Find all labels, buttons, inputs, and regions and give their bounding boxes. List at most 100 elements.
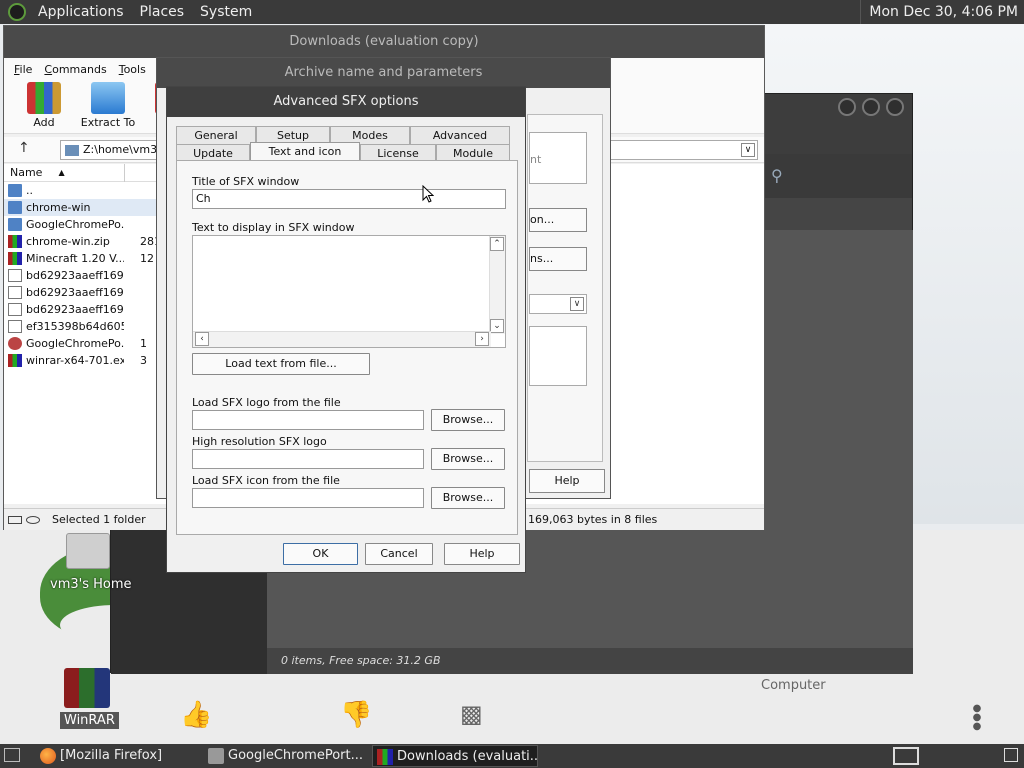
taskbar-item-folder[interactable]: GoogleChromePort... (204, 745, 368, 767)
close-button[interactable] (886, 98, 904, 116)
archive-fragment-combo[interactable]: ∨ (529, 294, 587, 314)
sfx-text-area[interactable]: ⌃ ⌄ ‹ › (192, 235, 506, 348)
show-desktop-icon[interactable] (4, 748, 20, 762)
list-item[interactable]: Minecraft 1.20 V... 12 (4, 250, 164, 267)
distro-logo-icon[interactable] (8, 3, 26, 21)
total-status: 169,063 bytes in 8 files (528, 513, 658, 526)
top-panel: Applications Places System Mon Dec 30, 4… (0, 0, 1024, 24)
winrar-desktop-label[interactable]: WinRAR (60, 712, 119, 729)
menu-places[interactable]: Places (132, 0, 193, 24)
cancel-button[interactable]: Cancel (365, 543, 433, 565)
sfx-icon-input[interactable] (192, 488, 424, 508)
chevron-down-icon[interactable]: ∨ (741, 143, 755, 157)
list-item[interactable]: GoogleChromePo... 1 (4, 335, 164, 352)
file-name: GoogleChromePo... (26, 218, 124, 231)
vertical-scrollbar[interactable]: ⌃ ⌄ (489, 236, 505, 334)
folder-icon (208, 748, 224, 764)
sfx-title-input[interactable]: Ch (192, 189, 506, 209)
menu-system[interactable]: System (192, 0, 260, 24)
horizontal-scrollbar[interactable]: ‹ › (193, 331, 491, 347)
scroll-right-icon[interactable]: › (475, 332, 489, 346)
thumbs-down-icon[interactable]: 👎 (340, 700, 372, 730)
drive-icon[interactable] (8, 515, 22, 524)
sfx-dialog-title[interactable]: Advanced SFX options (167, 87, 525, 117)
doc-file-icon (8, 286, 22, 299)
list-item[interactable]: chrome-win.zip 281 (4, 233, 164, 250)
menu-file[interactable]: File (8, 63, 38, 76)
up-arrow-icon[interactable]: ↑ (18, 140, 30, 156)
scroll-left-icon[interactable]: ‹ (195, 332, 209, 346)
browse-hires-button[interactable]: Browse... (431, 448, 505, 470)
tray-icon[interactable] (1004, 748, 1018, 762)
tab-general[interactable]: General (176, 126, 256, 144)
file-name: .. (26, 184, 33, 197)
list-item[interactable]: winrar-x64-701.exe 3 (4, 352, 164, 369)
file-name: ef315398b64d605... (26, 320, 124, 333)
file-list: Name ▲ .. chrome-win GoogleChromePo... chro… (4, 164, 164, 504)
home-folder-label[interactable]: vm3's Home (50, 577, 132, 592)
add-label: Add (33, 116, 55, 129)
column-header-name[interactable]: Name ▲ (4, 164, 164, 182)
archive-fragment-button-1[interactable]: on... (529, 208, 587, 232)
workspace-switcher-icon[interactable] (893, 747, 919, 765)
list-item[interactable]: .. (4, 182, 164, 199)
text-and-icon-panel: Title of SFX window Ch Text to display i… (176, 160, 518, 535)
scroll-up-icon[interactable]: ⌃ (490, 237, 504, 251)
advanced-sfx-dialog: Advanced SFX options General Setup Modes… (166, 86, 526, 573)
winrar-desktop-icon[interactable] (64, 668, 110, 708)
computer-desktop-label[interactable]: Computer (761, 678, 826, 693)
list-item[interactable]: bd62923aaeff169... (4, 284, 164, 301)
taskbar-item-winrar[interactable]: Downloads (evaluati... (372, 745, 538, 767)
file-name: bd62923aaeff169... (26, 286, 124, 299)
thumbs-up-icon[interactable]: 👍 (180, 700, 212, 730)
menu-applications[interactable]: Applications (30, 0, 132, 24)
file-name: Minecraft 1.20 V... (26, 252, 124, 265)
list-item[interactable]: GoogleChromePo... (4, 216, 164, 233)
path-dropdown[interactable]: ∨ (604, 140, 758, 160)
load-text-button[interactable]: Load text from file... (192, 353, 370, 375)
ok-button[interactable]: OK (283, 543, 358, 565)
tab-advanced[interactable]: Advanced (410, 126, 510, 144)
archive-help-button[interactable]: Help (529, 469, 605, 493)
maximize-button[interactable] (862, 98, 880, 116)
list-item[interactable]: chrome-win (4, 199, 164, 216)
hires-logo-input[interactable] (192, 449, 424, 469)
browse-icon-button[interactable]: Browse... (431, 487, 505, 509)
extract-to-label: Extract To (80, 116, 136, 129)
scroll-down-icon[interactable]: ⌄ (490, 319, 504, 333)
sfx-icon-label: Load SFX icon from the file (192, 474, 340, 487)
archive-dialog-title[interactable]: Archive name and parameters (157, 58, 610, 88)
mouse-pointer-icon (422, 185, 434, 203)
sfx-text-label: Text to display in SFX window (192, 221, 355, 234)
comment-icon[interactable]: ▩ (460, 700, 483, 728)
taskbar-item-firefox[interactable]: [Mozilla Firefox] (36, 745, 200, 767)
selection-status: Selected 1 folder (52, 513, 146, 526)
home-folder-icon[interactable] (66, 533, 110, 569)
list-item[interactable]: ef315398b64d605... (4, 318, 164, 335)
path-field[interactable]: Z:\home\vm3\ (60, 140, 160, 160)
chevron-down-icon[interactable]: ∨ (570, 297, 584, 311)
file-name: bd62923aaeff169... (26, 269, 124, 282)
browse-logo-button[interactable]: Browse... (431, 409, 505, 431)
sfx-title-label: Title of SFX window (192, 175, 300, 188)
help-button[interactable]: Help (444, 543, 520, 565)
sfx-logo-input[interactable] (192, 410, 424, 430)
minimize-button[interactable] (838, 98, 856, 116)
archive-fragment-button-2[interactable]: ns... (529, 247, 587, 271)
list-item[interactable]: bd62923aaeff169... (4, 301, 164, 318)
add-button[interactable]: Add (12, 80, 76, 133)
doc-file-icon (8, 303, 22, 316)
window-controls (838, 98, 904, 116)
hires-logo-label: High resolution SFX logo (192, 435, 327, 448)
search-icon[interactable]: ⚲ (771, 166, 783, 185)
list-item[interactable]: bd62923aaeff169... (4, 267, 164, 284)
key-icon[interactable] (26, 515, 40, 524)
clock[interactable]: Mon Dec 30, 4:06 PM (860, 0, 1024, 24)
rar-file-icon (8, 354, 22, 367)
file-manager-status: 0 items, Free space: 31.2 GB (267, 648, 913, 674)
more-options-icon[interactable]: ● ● ● (972, 704, 982, 732)
winrar-title[interactable]: Downloads (evaluation copy) (4, 26, 764, 58)
menu-commands[interactable]: Commands (38, 63, 112, 76)
menu-tools[interactable]: Tools (113, 63, 152, 76)
extract-to-button[interactable]: Extract To (76, 80, 140, 133)
